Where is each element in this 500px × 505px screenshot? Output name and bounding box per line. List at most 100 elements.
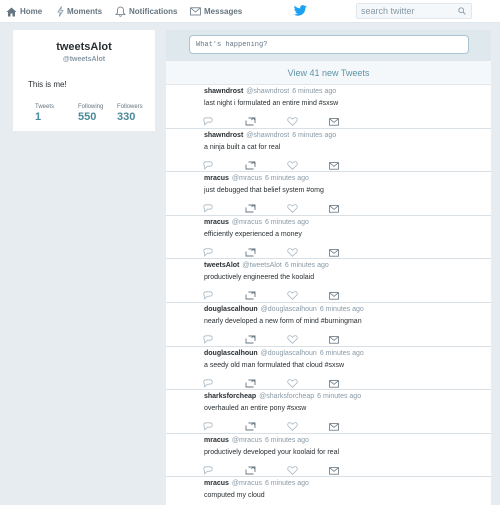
tweet-author-handle[interactable]: @douglascalhoun xyxy=(261,306,317,313)
tweet: mracus @mracus 6 minutes ago efficiently e… xyxy=(166,215,491,260)
tweet-author-name[interactable]: sharksforcheap xyxy=(204,393,256,400)
tweet-author-handle[interactable]: @sharksforcheap xyxy=(259,393,314,400)
tweet: shawndrost @shawndrost 6 minutes ago a nin… xyxy=(166,128,491,173)
retweet-icon xyxy=(245,248,256,257)
tweet-timestamp[interactable]: 6 minutes ago xyxy=(265,219,309,226)
nav-messages[interactable]: Messages xyxy=(190,0,242,23)
direct-message-icon xyxy=(329,379,339,388)
profile-handle[interactable]: @tweetsAlot xyxy=(13,56,155,63)
tweet-author-handle[interactable]: @shawndrost xyxy=(246,88,289,95)
tweet-timestamp[interactable]: 6 minutes ago xyxy=(265,175,309,182)
tweet-text: nearly developed a new form of mind #bur… xyxy=(204,318,362,325)
tweet: tweetsAlot @tweetsAlot 6 minutes ago produ… xyxy=(166,259,491,303)
tweet-author-name[interactable]: mracus xyxy=(204,219,229,226)
tweet-author-name[interactable]: shawndrost xyxy=(204,88,243,95)
tweet-timestamp[interactable]: 6 minutes ago xyxy=(320,306,364,313)
reply-icon xyxy=(203,117,213,126)
tweet-author-handle[interactable]: @mracus xyxy=(232,437,262,444)
tweet: sharksforcheap @sharksforcheap 6 minutes a… xyxy=(166,390,491,434)
tweet-author-name[interactable]: mracus xyxy=(204,175,229,182)
tweet-text: just debugged that belief system #omg xyxy=(204,187,324,195)
reply-icon xyxy=(203,378,213,388)
nav-home[interactable]: Home xyxy=(6,0,42,23)
reply-icon xyxy=(203,291,213,301)
profile-bio: This is me! xyxy=(28,80,67,89)
tweet-timestamp[interactable]: 6 minutes ago xyxy=(292,88,336,95)
tweet-author-name[interactable]: douglascalhoun xyxy=(204,306,258,313)
tweet-author-handle[interactable]: @tweetsAlot xyxy=(242,262,281,269)
tweet-text: overhauled an entire pony #sxsw xyxy=(204,405,307,413)
nav-notifications-label: Notifications xyxy=(129,7,178,16)
tweet-author-name[interactable]: shawndrost xyxy=(204,132,243,139)
stat-following-label: Following xyxy=(78,104,104,110)
tweet-timestamp[interactable]: 6 minutes ago xyxy=(317,393,361,400)
direct-message-icon xyxy=(329,205,339,213)
heart-icon xyxy=(287,422,298,432)
tweet-text: productively developed your koolaid for … xyxy=(204,448,340,456)
tweet-header: douglascalhoun @douglascalhoun 6 minutes a… xyxy=(204,350,364,357)
stat-followers-label: Followers xyxy=(117,104,143,110)
tweet-timestamp[interactable]: 6 minutes ago xyxy=(265,437,309,444)
direct-message-icon xyxy=(329,292,339,300)
tweet-author-name[interactable]: mracus xyxy=(204,480,229,487)
tweet-timestamp[interactable]: 6 minutes ago xyxy=(285,262,329,269)
lightning-icon xyxy=(57,6,64,17)
retweet-icon xyxy=(245,335,256,344)
nav-home-label: Home xyxy=(20,7,43,16)
new-tweets-bar[interactable]: View 41 new Tweets xyxy=(166,61,491,85)
tweet-timestamp[interactable]: 6 minutes ago xyxy=(265,480,309,487)
tweet: mracus @mracus 6 minutes ago productively … xyxy=(166,433,491,478)
tweet-header: douglascalhoun @douglascalhoun 6 minutes a… xyxy=(204,306,364,313)
tweet-text: computed my cloud xyxy=(204,492,265,500)
retweet-icon xyxy=(245,466,256,475)
tweet-header: tweetsAlot @tweetsAlot 6 minutes ago xyxy=(204,262,329,269)
nav-moments[interactable]: Moments xyxy=(57,0,102,23)
retweet-icon xyxy=(245,160,256,170)
heart-icon xyxy=(287,160,298,170)
tweet: mracus @mracus 6 minutes ago computed my c… xyxy=(166,477,491,505)
stat-followers[interactable]: Followers 330 xyxy=(117,104,143,123)
heart-icon xyxy=(287,335,298,344)
heart-icon xyxy=(287,378,298,388)
reply-icon xyxy=(203,204,213,213)
tweet-text: last night i formulated an entire mind #… xyxy=(204,100,339,107)
stat-following[interactable]: Following 550 xyxy=(78,104,103,123)
envelope-icon xyxy=(190,7,201,16)
direct-message-icon xyxy=(329,161,339,170)
twitter-bird-icon[interactable] xyxy=(294,5,307,16)
tweet-author-handle[interactable]: @shawndrost xyxy=(246,132,289,139)
tweet-author-handle[interactable]: @mracus xyxy=(232,175,262,182)
profile-name[interactable]: tweetsAlot xyxy=(13,41,155,53)
retweet-icon xyxy=(245,204,256,213)
stat-tweets[interactable]: Tweets 1 xyxy=(35,104,54,123)
heart-icon xyxy=(287,291,298,301)
bell-icon xyxy=(115,6,126,17)
reply-icon xyxy=(203,466,213,475)
search-input[interactable] xyxy=(356,3,472,19)
search-icon[interactable] xyxy=(458,7,466,15)
tweet-header: shawndrost @shawndrost 6 minutes ago xyxy=(204,132,336,139)
compose-input[interactable] xyxy=(189,35,469,54)
nav-notifications[interactable]: Notifications xyxy=(115,0,177,23)
tweet: douglascalhoun @douglascalhoun 6 minutes a… xyxy=(166,303,491,347)
tweet-author-handle[interactable]: @mracus xyxy=(232,480,262,487)
tweet-author-name[interactable]: douglascalhoun xyxy=(204,350,258,357)
tweet-timestamp[interactable]: 6 minutes ago xyxy=(292,132,336,139)
stat-followers-value: 330 xyxy=(117,111,136,123)
direct-message-icon xyxy=(329,248,339,257)
reply-icon xyxy=(203,248,213,257)
direct-message-icon xyxy=(329,118,339,126)
tweet-text: productively engineered the koolaid xyxy=(204,274,315,282)
tweet-header: sharksforcheap @sharksforcheap 6 minutes a… xyxy=(204,393,361,400)
reply-icon xyxy=(203,160,213,170)
retweet-icon xyxy=(245,378,256,388)
heart-icon xyxy=(287,466,298,475)
tweet-timestamp[interactable]: 6 minutes ago xyxy=(320,350,364,357)
tweet-author-handle[interactable]: @douglascalhoun xyxy=(261,350,317,357)
tweet-author-name[interactable]: mracus xyxy=(204,437,229,444)
tweet: douglascalhoun @douglascalhoun 6 minutes a… xyxy=(166,346,491,391)
tweet-header: mracus @mracus 6 minutes ago xyxy=(204,219,309,226)
tweet-author-name[interactable]: tweetsAlot xyxy=(204,262,239,269)
tweet-author-handle[interactable]: @mracus xyxy=(232,219,262,226)
tweet-header: mracus @mracus 6 minutes ago xyxy=(204,480,309,487)
